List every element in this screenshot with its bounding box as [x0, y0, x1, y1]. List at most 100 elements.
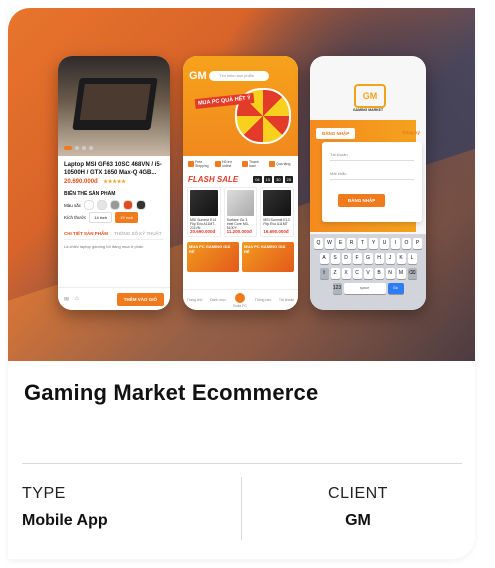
space-key[interactable]: space [343, 283, 386, 294]
type-column: TYPE Mobile App [22, 485, 222, 530]
client-column: CLIENT GM [248, 485, 468, 530]
promo-banner[interactable]: MUA PC GAMING GIÁ RẺ [187, 242, 239, 272]
search-input[interactable]: Tìm kiếm sản phẩm [209, 71, 269, 81]
key[interactable]: M [396, 268, 406, 279]
key[interactable]: U [380, 238, 389, 249]
product-image [226, 190, 255, 216]
product-photo [58, 56, 170, 156]
key[interactable]: V [363, 268, 373, 279]
shop-icon[interactable]: ⌂ [75, 296, 79, 302]
key[interactable]: W [325, 238, 334, 249]
rating-stars: ★★★★★ [103, 179, 126, 185]
project-card[interactable]: Laptop MSI GF63 10SC 468VN / i5-10500H /… [8, 8, 475, 559]
type-label: TYPE [22, 485, 66, 502]
product-card[interactable]: MSI Summit E13 Flip Evo A11MT 16.690.000… [260, 187, 295, 237]
color-swatch[interactable] [84, 200, 95, 210]
tab-specs[interactable]: THÔNG SỐ KỸ THUẬT [114, 231, 161, 236]
variant-section-title: BIẾN THỂ SẢN PHẨM [64, 191, 116, 197]
nav-account[interactable]: Tài khoản [279, 298, 294, 302]
gm-logo: GM [189, 70, 207, 82]
key[interactable]: P [413, 238, 422, 249]
color-swatch[interactable] [97, 200, 108, 210]
client-value: GM [345, 512, 371, 529]
key[interactable]: J [385, 253, 395, 264]
product-image [263, 190, 292, 216]
login-submit-button[interactable]: ĐĂNG NHẬP [338, 194, 386, 207]
color-label: Màu sắc [64, 202, 82, 208]
key[interactable]: O [402, 238, 411, 249]
key[interactable]: L [407, 253, 417, 264]
size-option[interactable]: 14 inch [89, 212, 113, 223]
key[interactable]: A [319, 253, 329, 264]
color-swatch[interactable] [123, 200, 134, 210]
project-hero-image: Laptop MSI GF63 10SC 468VN / i5-10500H /… [8, 8, 475, 361]
go-key[interactable]: Go [387, 283, 404, 294]
countdown-timer: 04 15 30 25 [253, 176, 293, 183]
numbers-key[interactable]: 123 [332, 283, 342, 294]
color-row: Màu sắc [64, 200, 164, 210]
size-option[interactable]: 15 inch [115, 212, 139, 223]
nav-home[interactable]: Trang chủ [187, 298, 203, 302]
color-swatch[interactable] [136, 200, 147, 210]
password-field[interactable]: Mật khẩu [330, 171, 414, 180]
nav-notifications[interactable]: Thông báo [255, 298, 272, 302]
divider [22, 463, 462, 464]
key[interactable]: Z [330, 268, 340, 279]
product-image [190, 190, 218, 216]
product-list: MSI Summit E14 Flip Evo A11MT-211VN 20.6… [183, 187, 298, 237]
chat-icon[interactable]: ✉ [64, 296, 69, 303]
key[interactable]: Y [369, 238, 378, 249]
product-description: Là chiếc laptop gaming tốt đáng mua ở ph… [64, 244, 144, 249]
feature-item: Thanh toán [242, 160, 266, 168]
key[interactable]: H [374, 253, 384, 264]
feature-item: Hỗ trợ online [215, 160, 239, 168]
laptop-image [72, 78, 158, 130]
key[interactable]: N [385, 268, 395, 279]
product-price: 20.690.000đ ★★★★★ [64, 179, 126, 185]
feature-item: Quà tặng [269, 160, 293, 168]
key[interactable]: F [352, 253, 362, 264]
product-card[interactable]: Surface Go 3 Intel Core M3-8100Y 11.200.… [223, 187, 258, 237]
tab-login[interactable]: ĐĂNG NHẬP [316, 128, 356, 139]
key[interactable]: G [363, 253, 373, 264]
key[interactable]: S [330, 253, 340, 264]
flash-sale-title: FLASH SALE [188, 175, 239, 184]
column-divider [241, 477, 242, 540]
key[interactable]: X [341, 268, 351, 279]
key[interactable]: R [347, 238, 356, 249]
key[interactable]: K [396, 253, 406, 264]
promo-banners: MUA PC GAMING GIÁ RẺ MUA PC GAMING GIÁ R… [183, 237, 298, 272]
build-pc-icon [235, 292, 246, 303]
nav-build-pc[interactable]: Build PC [233, 292, 247, 308]
promo-banner[interactable]: MUA PC GAMING GIÁ RẺ [242, 242, 294, 272]
shift-key[interactable]: ⇧ [319, 268, 329, 279]
keyboard-row: A S D F G H J K L [312, 253, 424, 264]
add-to-cart-button[interactable]: THÊM VÀO GIỎ [116, 292, 164, 306]
on-screen-keyboard: Q W E R T Y U I O P A S D F G H J K L ⇧ … [310, 234, 426, 310]
key[interactable]: D [341, 253, 351, 264]
key[interactable]: Q [314, 238, 323, 249]
tab-register[interactable]: Đăng ký [402, 130, 420, 135]
key[interactable]: E [336, 238, 345, 249]
type-value: Mobile App [22, 512, 108, 529]
keyboard-row: Q W E R T Y U I O P [312, 238, 424, 249]
key[interactable]: B [374, 268, 384, 279]
nav-categories[interactable]: Danh mục [210, 298, 226, 302]
tab-detail[interactable]: CHI TIẾT SẢN PHẨM [64, 231, 108, 236]
product-title: Laptop MSI GF63 10SC 468VN / i5-10500H /… [64, 162, 162, 176]
logo-text: GAMING MARKET [352, 108, 384, 112]
flash-sale-header: FLASH SALE 04 15 30 25 [183, 172, 298, 187]
key[interactable]: I [391, 238, 400, 249]
size-label: Kích thước [64, 215, 87, 220]
client-label: CLIENT [328, 485, 388, 502]
login-form: Tài khoản Mật khẩu [322, 142, 422, 222]
product-card[interactable]: MSI Summit E14 Flip Evo A11MT-211VN 20.6… [187, 187, 221, 237]
feature-item: Free Shipping [188, 160, 212, 168]
key[interactable]: C [352, 268, 362, 279]
feature-strip: Free Shipping Hỗ trợ online Thanh toán Q… [183, 156, 298, 172]
color-swatch[interactable] [110, 200, 121, 210]
buy-bar: ✉ ⌂ THÊM VÀO GIỎ [58, 287, 170, 310]
backspace-key[interactable]: ⌫ [407, 268, 417, 279]
account-field[interactable]: Tài khoản [330, 152, 414, 161]
key[interactable]: T [358, 238, 367, 249]
